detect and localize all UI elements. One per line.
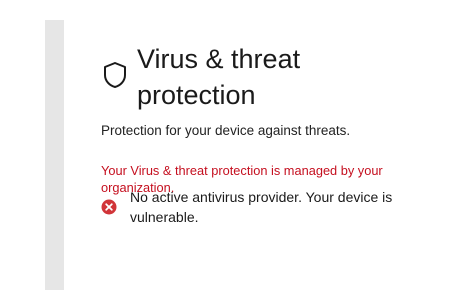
shield-icon	[104, 62, 126, 88]
page-title: Virus & threat protection	[137, 44, 301, 110]
security-page: Virus & threat protection Protection for…	[0, 0, 474, 307]
error-icon	[101, 199, 117, 215]
antivirus-status-text: No active antivirus provider. Your devic…	[130, 189, 393, 225]
page-subtitle: Protection for your device against threa…	[101, 123, 351, 138]
navigation-strip	[45, 20, 64, 290]
